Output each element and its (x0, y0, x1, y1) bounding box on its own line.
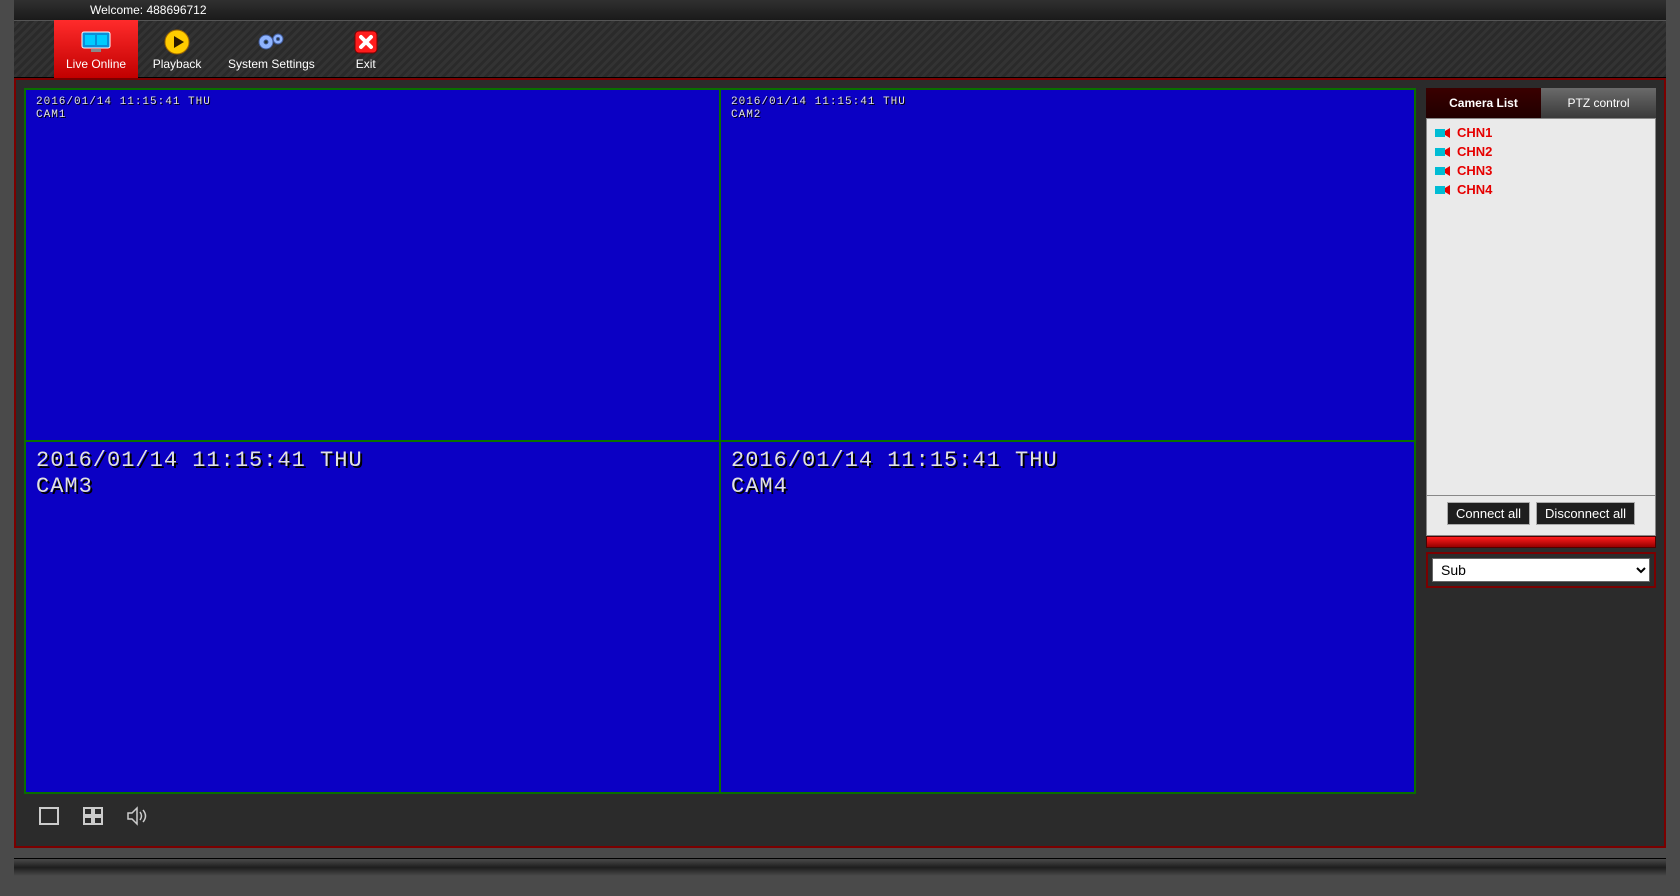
osd-text: 2016/01/14 11:15:41 THU CAM3 (36, 448, 363, 501)
monitor-icon (81, 29, 111, 55)
channel-item[interactable]: CHN2 (1427, 142, 1655, 161)
camera-icon (1435, 146, 1451, 158)
camera-view-2[interactable]: 2016/01/14 11:15:41 THU CAM2 (720, 89, 1415, 441)
camera-list: CHN1 CHN2 CHN3 CHN4 (1426, 118, 1656, 496)
close-x-icon (354, 29, 378, 55)
tab-ptz-control[interactable]: PTZ control (1541, 88, 1656, 118)
system-settings-button[interactable]: System Settings (216, 20, 327, 78)
channel-label: CHN3 (1457, 163, 1492, 178)
playback-button[interactable]: Playback (138, 20, 216, 78)
connect-row: Connect all Disconnect all (1426, 496, 1656, 536)
channel-item[interactable]: CHN3 (1427, 161, 1655, 180)
welcome-text: Welcome: 488696712 (14, 0, 1666, 20)
channel-label: CHN4 (1457, 182, 1492, 197)
channel-label: CHN2 (1457, 144, 1492, 159)
playback-label: Playback (153, 57, 202, 71)
live-online-label: Live Online (66, 57, 126, 71)
osd-text: 2016/01/14 11:15:41 THU CAM4 (731, 448, 1058, 501)
camera-view-1[interactable]: 2016/01/14 11:15:41 THU CAM1 (25, 89, 720, 441)
camera-view-3[interactable]: 2016/01/14 11:15:41 THU CAM3 (25, 441, 720, 793)
volume-button[interactable] (124, 805, 150, 827)
camera-icon (1435, 184, 1451, 196)
play-icon (164, 29, 190, 55)
gears-icon (256, 29, 286, 55)
osd-text: 2016/01/14 11:15:41 THU CAM2 (731, 96, 906, 122)
main-panel: 2016/01/14 11:15:41 THU CAM1 2016/01/14 … (14, 78, 1666, 848)
footer-controls (24, 794, 1416, 838)
stream-select-wrap: Sub (1426, 552, 1656, 588)
exit-button[interactable]: Exit (327, 20, 405, 78)
video-grid: 2016/01/14 11:15:41 THU CAM1 2016/01/14 … (24, 88, 1416, 794)
tab-camera-list[interactable]: Camera List (1426, 88, 1541, 118)
connect-all-button[interactable]: Connect all (1447, 502, 1530, 525)
channel-item[interactable]: CHN4 (1427, 180, 1655, 199)
bottom-strip (14, 858, 1666, 876)
camera-icon (1435, 165, 1451, 177)
separator-bar (1426, 536, 1656, 548)
stream-select[interactable]: Sub (1432, 558, 1650, 582)
disconnect-all-button[interactable]: Disconnect all (1536, 502, 1635, 525)
exit-label: Exit (356, 57, 376, 71)
channel-label: CHN1 (1457, 125, 1492, 140)
system-settings-label: System Settings (228, 57, 315, 71)
top-toolbar: Live Online Playback System Settings Exi… (14, 20, 1666, 78)
single-view-button[interactable] (36, 805, 62, 827)
grid-view-button[interactable] (80, 805, 106, 827)
camera-view-4[interactable]: 2016/01/14 11:15:41 THU CAM4 (720, 441, 1415, 793)
live-online-button[interactable]: Live Online (54, 20, 138, 78)
channel-item[interactable]: CHN1 (1427, 123, 1655, 142)
camera-icon (1435, 127, 1451, 139)
osd-text: 2016/01/14 11:15:41 THU CAM1 (36, 96, 211, 122)
